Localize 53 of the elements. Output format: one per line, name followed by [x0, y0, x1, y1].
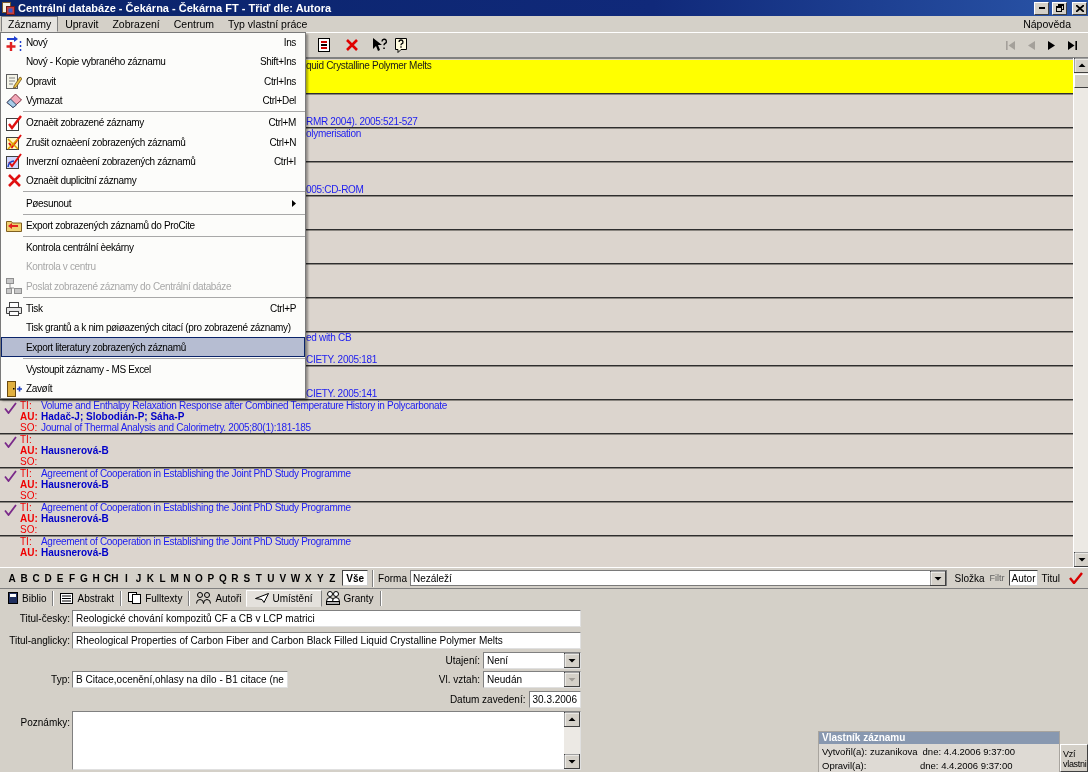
record-source: RMR 2004). 2005:521-527 — [306, 116, 418, 127]
record-title: ed with CB — [306, 332, 352, 343]
date-text: dne: 4.4.2006 9:37:00 — [922, 745, 1016, 757]
record-title: Volume and Enthalpy Relaxation Response after Combined Temperature History in Polycarbonate — [41, 400, 448, 411]
field-label: Vytvořil(a): — [822, 745, 868, 757]
field-label: TI: — [20, 434, 33, 445]
field-label: AU: — [20, 411, 39, 422]
field-label: Vl. vztah: — [438, 674, 480, 685]
shortcut-label: Ctrl+P — [270, 303, 296, 314]
field-label: AU: — [20, 547, 39, 558]
date-text: dne: 4.4.2006 9:37:00 — [920, 759, 1013, 771]
field-label: Typ: — [50, 674, 70, 685]
panel-title: Vlastník záznamu — [819, 732, 1059, 744]
owner-name: zuzanikova — [870, 745, 918, 757]
record-authors: Hausnerová-B — [41, 513, 109, 524]
field-label: AU: — [20, 445, 39, 456]
window-title: Centrální databáze - Čekárna - Čekárna FT - Třiď dle: Autora — [18, 2, 333, 14]
field-label: SO: — [20, 524, 39, 535]
field-label: TI: — [20, 502, 33, 513]
field-label: Titul-anglicky: — [8, 635, 70, 646]
field-label: SO: — [20, 490, 39, 501]
field-label: AU: — [20, 513, 39, 524]
record-authors: Hausnerová-B — [41, 547, 109, 558]
field-label: Poznámky: — [19, 716, 70, 728]
record-title: Agreement of Cooperation in Establishing the Joint PhD Study Programme — [41, 502, 351, 513]
record-title: olymerisation — [306, 128, 361, 139]
field-label: Forma — [378, 572, 407, 584]
record-source: 005:CD-ROM — [306, 184, 364, 195]
record-authors: Hausnerová-B — [41, 445, 109, 456]
field-label: TI: — [20, 400, 33, 411]
field-label: TI: — [20, 536, 33, 547]
shortcut-label: Ctrl+Del — [262, 95, 296, 107]
field-label: TI: — [20, 468, 33, 479]
record-source: Journal of Thermal Analysis and Calorimetry. 2005;80(1):181-185 — [41, 422, 311, 433]
record-title: Agreement of Cooperation in Establishing the Joint PhD Study Programme — [41, 536, 351, 547]
record-title: Agreement of Cooperation in Establishing the Joint PhD Study Programme — [41, 468, 351, 479]
record-title: quid Crystalline Polymer Melts — [306, 60, 432, 71]
shortcut-label: Ins — [283, 37, 296, 49]
field-label: AU: — [20, 479, 39, 490]
shortcut-label: Ctrl+M — [268, 117, 296, 129]
field-label: Složka — [954, 572, 985, 584]
field-label: SO: — [20, 422, 39, 433]
field-label: SO: — [20, 456, 39, 467]
field-label: Opravil(a): — [822, 759, 867, 771]
shortcut-label: Ctrl+N — [269, 136, 296, 148]
field-label: Titul-česky: — [18, 613, 70, 624]
record-source: CIETY. 2005:141 — [306, 388, 377, 399]
record-authors: Hausnerová-B — [41, 479, 109, 490]
record-authors: Hadač-J; Slobodián-P; Sáha-P — [41, 411, 185, 422]
field-label: Utajení: — [445, 655, 480, 666]
record-source: CIETY. 2005:181 — [306, 354, 377, 365]
field-label: Datum zavedení: — [449, 694, 526, 705]
shortcut-label: Ctrl+Ins — [264, 75, 296, 87]
